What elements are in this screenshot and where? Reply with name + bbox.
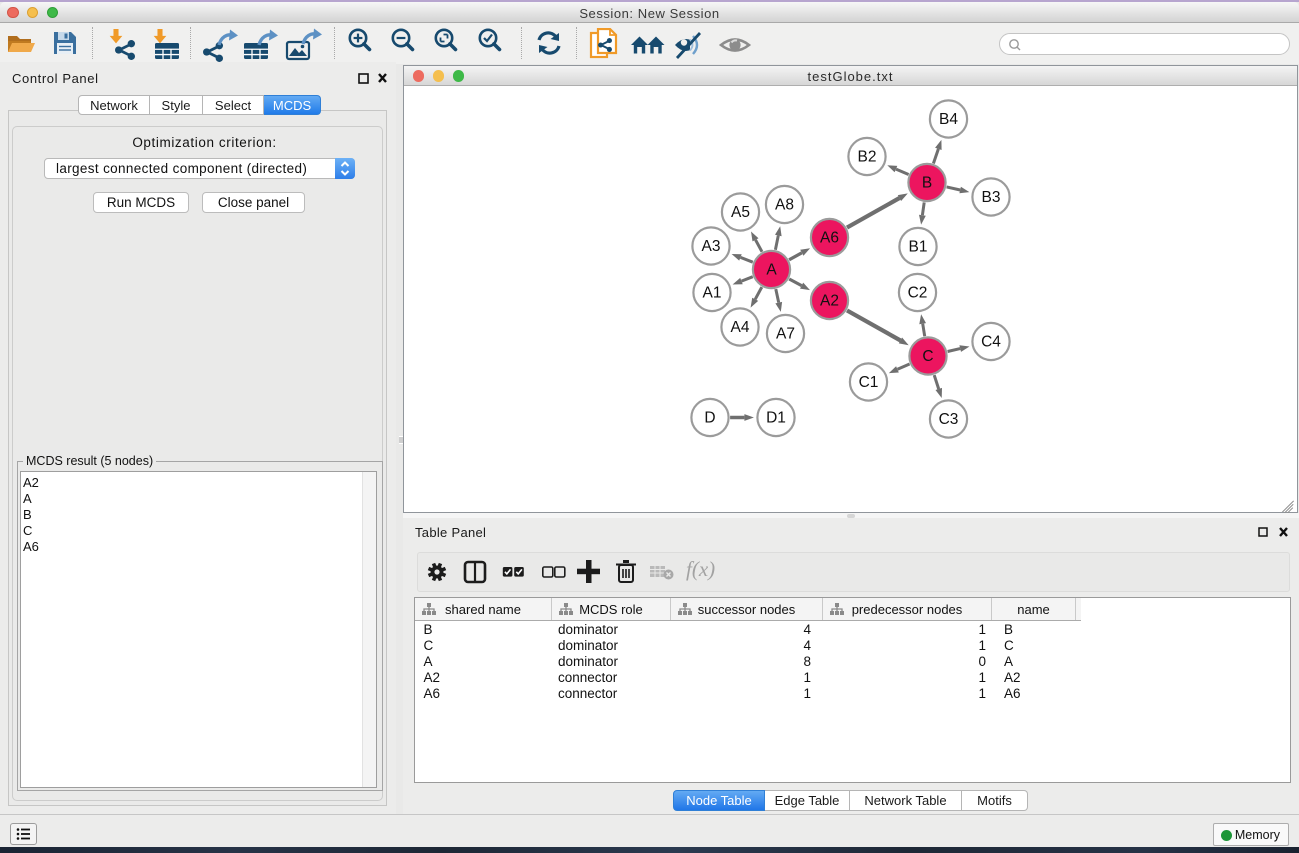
svg-text:A6: A6 [820,230,839,247]
svg-text:C1: C1 [859,374,879,391]
svg-text:A5: A5 [731,204,750,221]
svg-text:C2: C2 [908,285,928,302]
svg-text:A2: A2 [820,293,839,310]
svg-text:A: A [766,262,777,279]
svg-text:B3: B3 [982,189,1001,206]
svg-text:A7: A7 [776,326,795,343]
svg-text:D: D [704,410,715,427]
svg-text:C: C [922,348,933,365]
svg-text:C4: C4 [981,334,1001,351]
svg-text:A8: A8 [775,197,794,214]
svg-text:B4: B4 [939,111,958,128]
svg-text:B2: B2 [858,149,877,166]
svg-text:D1: D1 [766,410,786,427]
svg-text:A3: A3 [702,238,721,255]
svg-text:B: B [922,175,932,192]
svg-text:B1: B1 [909,239,928,256]
svg-text:A1: A1 [703,285,722,302]
svg-text:C3: C3 [939,411,959,428]
svg-text:A4: A4 [731,319,750,336]
